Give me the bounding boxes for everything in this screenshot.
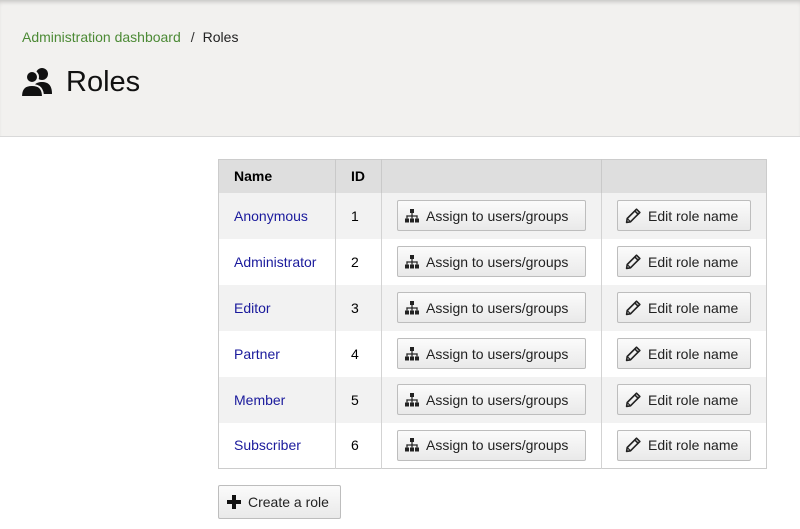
edit-role-name-button[interactable]: Edit role name — [617, 338, 751, 369]
assign-label: Assign to users/groups — [426, 299, 569, 316]
page-title-text: Roles — [66, 65, 141, 98]
pencil-icon — [625, 437, 648, 453]
column-header-edit — [601, 159, 767, 193]
role-name-cell: Subscriber — [218, 422, 336, 469]
assign-cell: Assign to users/groups — [381, 422, 602, 469]
edit-label: Edit role name — [648, 207, 739, 224]
table-row: Anonymous 1 Assign to users/groups Edit rol… — [218, 192, 767, 239]
role-id-cell: 4 — [335, 330, 382, 377]
sitemap-icon — [405, 300, 426, 315]
edit-cell: Edit role name — [601, 192, 767, 239]
table-row: Partner 4 Assign to users/groups Edit role … — [218, 330, 767, 377]
sitemap-icon — [405, 208, 426, 223]
assign-cell: Assign to users/groups — [381, 192, 602, 239]
column-header-name: Name — [218, 159, 336, 193]
assign-label: Assign to users/groups — [426, 253, 569, 270]
assign-label: Assign to users/groups — [426, 437, 569, 454]
role-id-cell: 1 — [335, 192, 382, 239]
edit-role-name-button[interactable]: Edit role name — [617, 429, 751, 461]
pencil-icon — [625, 253, 648, 270]
assign-cell: Assign to users/groups — [381, 238, 602, 285]
role-name-cell: Partner — [218, 330, 336, 377]
assign-label: Assign to users/groups — [426, 207, 569, 224]
edit-label: Edit role name — [648, 391, 739, 408]
pencil-icon — [625, 391, 648, 408]
table-row: Member 5 Assign to users/groups Edit role n… — [218, 376, 767, 423]
assign-to-users-groups-button[interactable]: Assign to users/groups — [397, 384, 586, 415]
sitemap-icon — [405, 346, 426, 361]
create-role-button[interactable]: Create a role — [218, 485, 341, 519]
edit-label: Edit role name — [648, 299, 739, 316]
breadcrumb: Administration dashboard / Roles — [22, 29, 238, 45]
assign-label: Assign to users/groups — [426, 345, 569, 362]
edit-label: Edit role name — [648, 345, 739, 362]
role-name-link[interactable]: Anonymous — [234, 208, 308, 224]
edit-role-name-button[interactable]: Edit role name — [617, 292, 751, 323]
assign-to-users-groups-button[interactable]: Assign to users/groups — [397, 200, 586, 231]
assign-label: Assign to users/groups — [426, 391, 569, 408]
sitemap-icon — [405, 392, 426, 407]
role-name-cell: Administrator — [218, 238, 336, 285]
role-id-cell: 5 — [335, 376, 382, 423]
role-name-link[interactable]: Editor — [234, 300, 271, 316]
breadcrumb-link-dashboard[interactable]: Administration dashboard — [22, 29, 181, 45]
assign-to-users-groups-button[interactable]: Assign to users/groups — [397, 246, 586, 277]
plus-icon — [227, 495, 248, 509]
breadcrumb-separator: / — [190, 29, 195, 45]
role-id-cell: 3 — [335, 284, 382, 331]
edit-cell: Edit role name — [601, 330, 767, 377]
edit-role-name-button[interactable]: Edit role name — [617, 384, 751, 415]
page-header: Administration dashboard / Roles Roles — [0, 0, 800, 137]
page-title: Roles — [20, 62, 140, 102]
assign-cell: Assign to users/groups — [381, 330, 602, 377]
assign-cell: Assign to users/groups — [381, 376, 602, 423]
create-role-label: Create a role — [248, 494, 329, 510]
role-name-cell: Anonymous — [218, 192, 336, 239]
role-name-link[interactable]: Partner — [234, 346, 280, 362]
assign-to-users-groups-button[interactable]: Assign to users/groups — [397, 429, 586, 461]
edit-cell: Edit role name — [601, 284, 767, 331]
role-name-cell: Editor — [218, 284, 336, 331]
column-header-assign — [381, 159, 602, 193]
pencil-icon — [625, 345, 648, 362]
edit-role-name-button[interactable]: Edit role name — [617, 246, 751, 277]
role-name-link[interactable]: Member — [234, 392, 285, 408]
assign-cell: Assign to users/groups — [381, 284, 602, 331]
table-row: Administrator 2 Assign to users/groups Edit… — [218, 238, 767, 285]
table-row: Editor 3 Assign to users/groups Edit role n… — [218, 284, 767, 331]
edit-label: Edit role name — [648, 253, 739, 270]
edit-label: Edit role name — [648, 437, 739, 454]
role-name-link[interactable]: Administrator — [234, 254, 316, 270]
role-name-cell: Member — [218, 376, 336, 423]
pencil-icon — [625, 207, 648, 224]
users-icon — [20, 66, 56, 98]
sitemap-icon — [405, 254, 426, 269]
breadcrumb-current: Roles — [202, 29, 239, 45]
assign-to-users-groups-button[interactable]: Assign to users/groups — [397, 292, 586, 323]
table-header-row: Name ID — [218, 159, 767, 193]
role-id-cell: 2 — [335, 238, 382, 285]
edit-cell: Edit role name — [601, 376, 767, 423]
edit-cell: Edit role name — [601, 422, 767, 469]
edit-role-name-button[interactable]: Edit role name — [617, 200, 751, 231]
column-header-id: ID — [335, 159, 382, 193]
roles-table: Name ID Anonymous 1 Assign to users/groups… — [218, 159, 767, 469]
pencil-icon — [625, 299, 648, 316]
table-row: Subscriber 6 Assign to users/groups Edit ro… — [218, 422, 767, 469]
roles-table-body: Anonymous 1 Assign to users/groups Edit rol… — [218, 192, 767, 469]
edit-cell: Edit role name — [601, 238, 767, 285]
role-id-cell: 6 — [335, 422, 382, 469]
sitemap-icon — [405, 438, 426, 452]
assign-to-users-groups-button[interactable]: Assign to users/groups — [397, 338, 586, 369]
role-name-link[interactable]: Subscriber — [234, 437, 301, 453]
